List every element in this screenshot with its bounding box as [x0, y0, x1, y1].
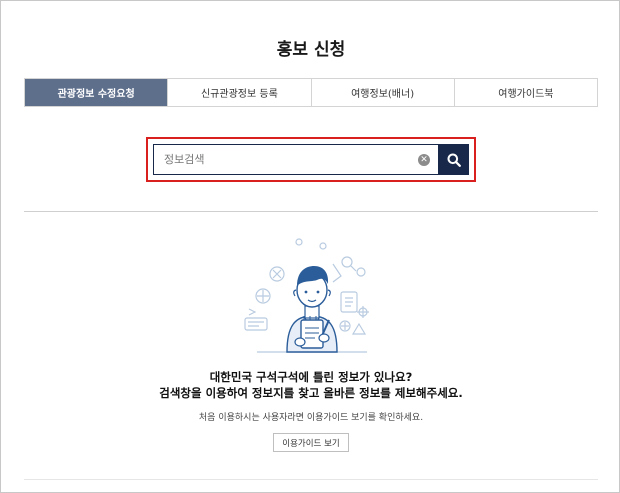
tab-travel-info-banner[interactable]: 여행정보(배너): [310, 79, 454, 106]
search-bar: ✕: [153, 144, 469, 175]
empty-state-title: 대한민국 구석구석에 틀린 정보가 있나요?: [209, 370, 413, 384]
empty-state-hint: 처음 이용하시는 사용자라면 이용가이드 보기를 확인하세요.: [198, 413, 424, 423]
tab-new-tourism-info[interactable]: 신규관광정보 등록: [167, 79, 311, 106]
search-input-box: ✕: [153, 144, 438, 175]
section-divider: [24, 211, 598, 212]
page-frame: 홍보 신청 관광정보 수정요청 신규관광정보 등록 여행정보(배너) 여행가이드…: [0, 0, 620, 493]
usage-guide-button[interactable]: 이용가이드 보기: [273, 433, 349, 452]
bottom-divider: [24, 479, 598, 480]
tab-travel-guidebook[interactable]: 여행가이드북: [453, 79, 597, 106]
page-title: 홍보 신청: [276, 40, 346, 60]
clear-icon[interactable]: ✕: [418, 154, 430, 166]
empty-state-body: 검색창을 이용하여 정보지를 찾고 올바른 정보를 제보해주세요.: [159, 386, 463, 400]
search-icon: [447, 153, 461, 167]
tab-bar: 관광정보 수정요청 신규관광정보 등록 여행정보(배너) 여행가이드북: [24, 78, 598, 107]
person-with-notepad-illustration: [244, 238, 369, 353]
search-button[interactable]: [438, 144, 469, 175]
tab-tourism-info-edit[interactable]: 관광정보 수정요청: [25, 79, 168, 106]
search-input[interactable]: [154, 145, 438, 174]
